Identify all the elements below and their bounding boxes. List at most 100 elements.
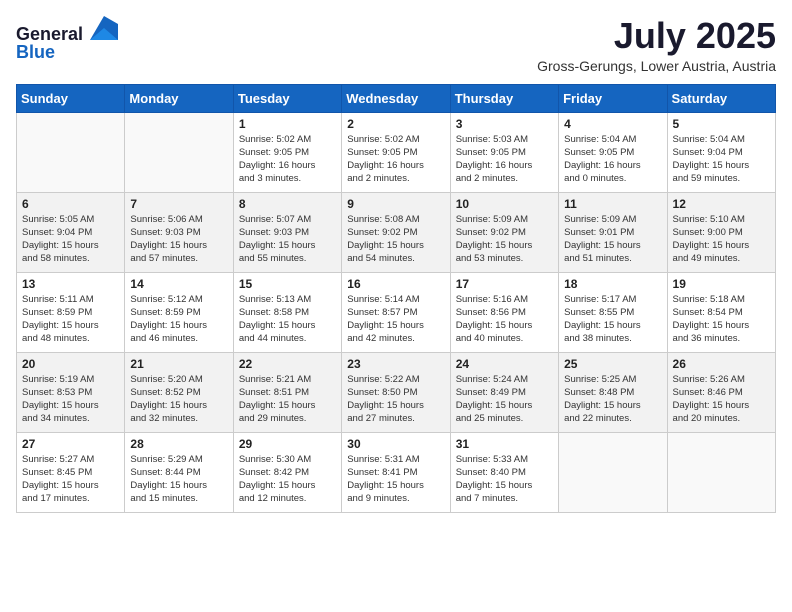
- calendar-cell: 6 Sunrise: 5:05 AM Sunset: 9:04 PM Daylig…: [17, 192, 125, 272]
- day-info: Sunrise: 5:03 AM Sunset: 9:05 PM Dayligh…: [456, 133, 553, 186]
- weekday-header-sunday: Sunday: [17, 84, 125, 112]
- day-info: Sunrise: 5:31 AM Sunset: 8:41 PM Dayligh…: [347, 453, 444, 506]
- day-number: 1: [239, 117, 336, 131]
- day-info: Sunrise: 5:22 AM Sunset: 8:50 PM Dayligh…: [347, 373, 444, 426]
- calendar-cell: 23 Sunrise: 5:22 AM Sunset: 8:50 PM Dayli…: [342, 352, 450, 432]
- calendar-cell: 15 Sunrise: 5:13 AM Sunset: 8:58 PM Dayli…: [233, 272, 341, 352]
- day-info: Sunrise: 5:09 AM Sunset: 9:02 PM Dayligh…: [456, 213, 553, 266]
- day-number: 21: [130, 357, 227, 371]
- calendar-cell: 12 Sunrise: 5:10 AM Sunset: 9:00 PM Dayli…: [667, 192, 775, 272]
- weekday-header-row: SundayMondayTuesdayWednesdayThursdayFrid…: [17, 84, 776, 112]
- day-number: 26: [673, 357, 770, 371]
- title-block: July 2025 Gross-Gerungs, Lower Austria, …: [537, 16, 776, 74]
- calendar-cell: [667, 432, 775, 512]
- weekday-header-wednesday: Wednesday: [342, 84, 450, 112]
- logo-icon: [90, 16, 118, 40]
- calendar-cell: 3 Sunrise: 5:03 AM Sunset: 9:05 PM Daylig…: [450, 112, 558, 192]
- page-header: General Blue July 2025 Gross-Gerungs, Lo…: [16, 16, 776, 74]
- day-info: Sunrise: 5:19 AM Sunset: 8:53 PM Dayligh…: [22, 373, 119, 426]
- day-number: 3: [456, 117, 553, 131]
- day-info: Sunrise: 5:02 AM Sunset: 9:05 PM Dayligh…: [347, 133, 444, 186]
- day-number: 28: [130, 437, 227, 451]
- day-number: 7: [130, 197, 227, 211]
- logo: General Blue: [16, 16, 118, 63]
- day-number: 16: [347, 277, 444, 291]
- calendar-cell: 26 Sunrise: 5:26 AM Sunset: 8:46 PM Dayli…: [667, 352, 775, 432]
- day-info: Sunrise: 5:05 AM Sunset: 9:04 PM Dayligh…: [22, 213, 119, 266]
- day-info: Sunrise: 5:29 AM Sunset: 8:44 PM Dayligh…: [130, 453, 227, 506]
- week-row-4: 20Sunrise: 5:19 AM Sunset: 8:53 PM Dayli…: [17, 352, 776, 432]
- day-number: 14: [130, 277, 227, 291]
- calendar-cell: 30 Sunrise: 5:31 AM Sunset: 8:41 PM Dayli…: [342, 432, 450, 512]
- location: Gross-Gerungs, Lower Austria, Austria: [537, 58, 776, 74]
- day-number: 12: [673, 197, 770, 211]
- day-number: 18: [564, 277, 661, 291]
- day-info: Sunrise: 5:25 AM Sunset: 8:48 PM Dayligh…: [564, 373, 661, 426]
- calendar-cell: 18 Sunrise: 5:17 AM Sunset: 8:55 PM Dayli…: [559, 272, 667, 352]
- day-info: Sunrise: 5:06 AM Sunset: 9:03 PM Dayligh…: [130, 213, 227, 266]
- day-number: 23: [347, 357, 444, 371]
- day-info: Sunrise: 5:20 AM Sunset: 8:52 PM Dayligh…: [130, 373, 227, 426]
- day-number: 17: [456, 277, 553, 291]
- calendar-cell: 9Sunrise: 5:08 AM Sunset: 9:02 PM Daylig…: [342, 192, 450, 272]
- day-info: Sunrise: 5:16 AM Sunset: 8:56 PM Dayligh…: [456, 293, 553, 346]
- day-number: 11: [564, 197, 661, 211]
- month-title: July 2025: [537, 16, 776, 56]
- calendar-cell: 29Sunrise: 5:30 AM Sunset: 8:42 PM Dayli…: [233, 432, 341, 512]
- week-row-2: 6 Sunrise: 5:05 AM Sunset: 9:04 PM Daylig…: [17, 192, 776, 272]
- weekday-header-saturday: Saturday: [667, 84, 775, 112]
- day-number: 27: [22, 437, 119, 451]
- day-number: 5: [673, 117, 770, 131]
- day-info: Sunrise: 5:18 AM Sunset: 8:54 PM Dayligh…: [673, 293, 770, 346]
- weekday-header-friday: Friday: [559, 84, 667, 112]
- calendar-cell: 19Sunrise: 5:18 AM Sunset: 8:54 PM Dayli…: [667, 272, 775, 352]
- day-number: 8: [239, 197, 336, 211]
- calendar-cell: 14 Sunrise: 5:12 AM Sunset: 8:59 PM Dayli…: [125, 272, 233, 352]
- day-number: 24: [456, 357, 553, 371]
- day-info: Sunrise: 5:13 AM Sunset: 8:58 PM Dayligh…: [239, 293, 336, 346]
- calendar-cell: 24Sunrise: 5:24 AM Sunset: 8:49 PM Dayli…: [450, 352, 558, 432]
- day-info: Sunrise: 5:04 AM Sunset: 9:04 PM Dayligh…: [673, 133, 770, 186]
- calendar: SundayMondayTuesdayWednesdayThursdayFrid…: [16, 84, 776, 513]
- day-info: Sunrise: 5:08 AM Sunset: 9:02 PM Dayligh…: [347, 213, 444, 266]
- calendar-cell: 21 Sunrise: 5:20 AM Sunset: 8:52 PM Dayli…: [125, 352, 233, 432]
- calendar-cell: 4Sunrise: 5:04 AM Sunset: 9:05 PM Daylig…: [559, 112, 667, 192]
- day-info: Sunrise: 5:12 AM Sunset: 8:59 PM Dayligh…: [130, 293, 227, 346]
- day-number: 30: [347, 437, 444, 451]
- day-info: Sunrise: 5:09 AM Sunset: 9:01 PM Dayligh…: [564, 213, 661, 266]
- day-info: Sunrise: 5:07 AM Sunset: 9:03 PM Dayligh…: [239, 213, 336, 266]
- day-info: Sunrise: 5:27 AM Sunset: 8:45 PM Dayligh…: [22, 453, 119, 506]
- week-row-3: 13 Sunrise: 5:11 AM Sunset: 8:59 PM Dayli…: [17, 272, 776, 352]
- day-number: 6: [22, 197, 119, 211]
- day-number: 25: [564, 357, 661, 371]
- day-number: 31: [456, 437, 553, 451]
- weekday-header-tuesday: Tuesday: [233, 84, 341, 112]
- calendar-cell: 17 Sunrise: 5:16 AM Sunset: 8:56 PM Dayli…: [450, 272, 558, 352]
- day-number: 10: [456, 197, 553, 211]
- day-info: Sunrise: 5:26 AM Sunset: 8:46 PM Dayligh…: [673, 373, 770, 426]
- week-row-5: 27 Sunrise: 5:27 AM Sunset: 8:45 PM Dayli…: [17, 432, 776, 512]
- day-info: Sunrise: 5:21 AM Sunset: 8:51 PM Dayligh…: [239, 373, 336, 426]
- calendar-cell: [559, 432, 667, 512]
- calendar-cell: 27 Sunrise: 5:27 AM Sunset: 8:45 PM Dayli…: [17, 432, 125, 512]
- calendar-cell: 7 Sunrise: 5:06 AM Sunset: 9:03 PM Daylig…: [125, 192, 233, 272]
- calendar-cell: [125, 112, 233, 192]
- calendar-cell: 10 Sunrise: 5:09 AM Sunset: 9:02 PM Dayli…: [450, 192, 558, 272]
- weekday-header-thursday: Thursday: [450, 84, 558, 112]
- day-info: Sunrise: 5:17 AM Sunset: 8:55 PM Dayligh…: [564, 293, 661, 346]
- week-row-1: 1 Sunrise: 5:02 AM Sunset: 9:05 PM Daylig…: [17, 112, 776, 192]
- calendar-cell: 20Sunrise: 5:19 AM Sunset: 8:53 PM Dayli…: [17, 352, 125, 432]
- day-number: 15: [239, 277, 336, 291]
- day-number: 2: [347, 117, 444, 131]
- calendar-cell: 5 Sunrise: 5:04 AM Sunset: 9:04 PM Daylig…: [667, 112, 775, 192]
- day-info: Sunrise: 5:11 AM Sunset: 8:59 PM Dayligh…: [22, 293, 119, 346]
- calendar-cell: 25 Sunrise: 5:25 AM Sunset: 8:48 PM Dayli…: [559, 352, 667, 432]
- day-number: 29: [239, 437, 336, 451]
- day-info: Sunrise: 5:02 AM Sunset: 9:05 PM Dayligh…: [239, 133, 336, 186]
- day-info: Sunrise: 5:04 AM Sunset: 9:05 PM Dayligh…: [564, 133, 661, 186]
- calendar-cell: 16Sunrise: 5:14 AM Sunset: 8:57 PM Dayli…: [342, 272, 450, 352]
- day-info: Sunrise: 5:10 AM Sunset: 9:00 PM Dayligh…: [673, 213, 770, 266]
- day-info: Sunrise: 5:33 AM Sunset: 8:40 PM Dayligh…: [456, 453, 553, 506]
- calendar-cell: 11 Sunrise: 5:09 AM Sunset: 9:01 PM Dayli…: [559, 192, 667, 272]
- day-number: 13: [22, 277, 119, 291]
